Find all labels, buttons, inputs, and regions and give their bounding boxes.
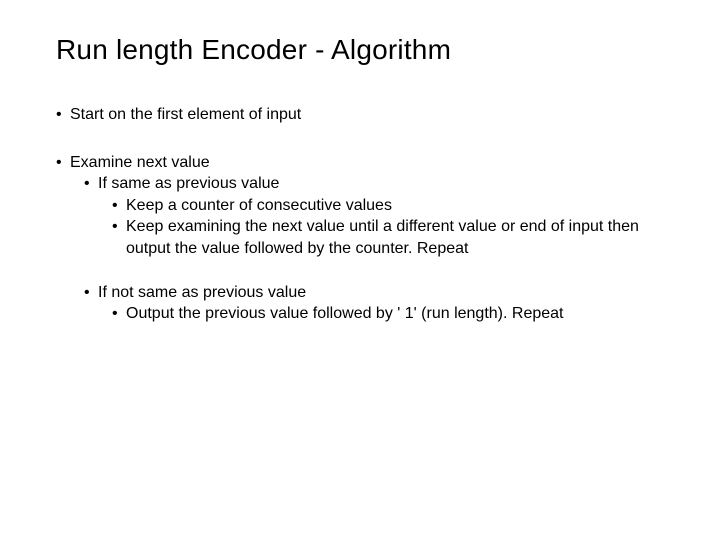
bullet-level1: • Examine next value: [56, 152, 664, 174]
bullet-icon: •: [56, 152, 70, 174]
bullet-text: Keep a counter of consecutive values: [126, 195, 664, 217]
slide: Run length Encoder - Algorithm • Start o…: [0, 0, 720, 540]
bullet-text: If not same as previous value: [98, 282, 664, 304]
bullet-icon: •: [112, 303, 126, 325]
bullet-level3: • Output the previous value followed by …: [112, 303, 664, 325]
bullet-text: If same as previous value: [98, 173, 664, 195]
slide-title: Run length Encoder - Algorithm: [56, 34, 664, 66]
bullet-level3: • Keep a counter of consecutive values: [112, 195, 664, 217]
bullet-level2: • If not same as previous value: [84, 282, 664, 304]
bullet-text: Keep examining the next value until a di…: [126, 216, 664, 259]
bullet-text: Examine next value: [70, 152, 664, 174]
bullet-icon: •: [84, 282, 98, 304]
bullet-icon: •: [84, 173, 98, 195]
bullet-text: Output the previous value followed by ' …: [126, 303, 664, 325]
bullet-level2: • If same as previous value: [84, 173, 664, 195]
slide-body: • Start on the first element of input • …: [56, 104, 664, 325]
bullet-level1: • Start on the first element of input: [56, 104, 664, 126]
bullet-text: Start on the first element of input: [70, 104, 664, 126]
bullet-icon: •: [56, 104, 70, 126]
bullet-icon: •: [112, 195, 126, 217]
bullet-level3: • Keep examining the next value until a …: [112, 216, 664, 259]
bullet-icon: •: [112, 216, 126, 238]
